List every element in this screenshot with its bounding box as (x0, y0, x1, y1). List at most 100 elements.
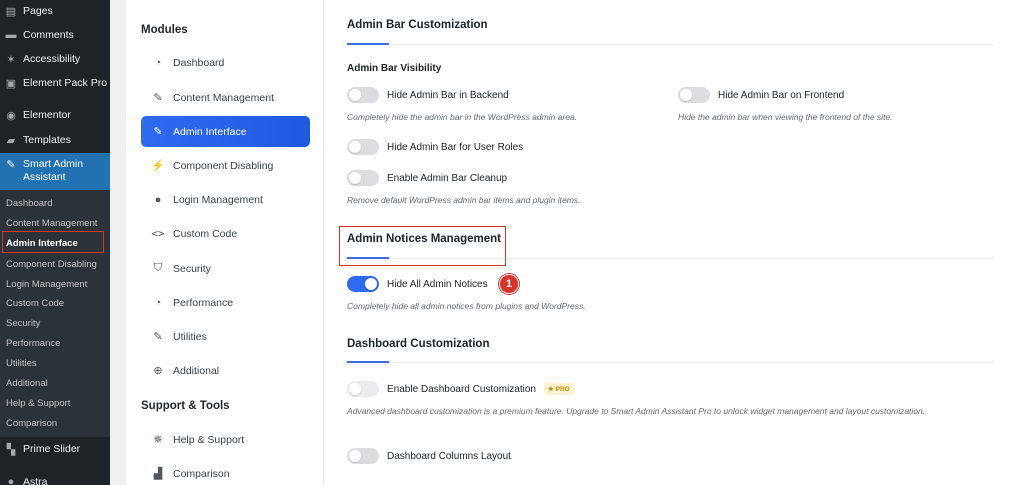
wp-menu-pages[interactable]: ▤ Pages (0, 3, 110, 19)
hide-admin-bar-backend-toggle[interactable] (347, 87, 379, 103)
wp-submenu-item[interactable]: Security (6, 318, 40, 329)
user-icon: ● (154, 193, 162, 206)
hide-admin-bar-backend-row: Hide Admin Bar in Backend (347, 87, 509, 103)
wp-menu-prime-slider[interactable]: ▚ Prime Slider (0, 441, 110, 457)
slider-icon: ▚ (6, 443, 16, 456)
wp-menu-comments[interactable]: ▬ Comments (0, 27, 110, 43)
layout-gap (110, 0, 126, 485)
wp-submenu: Dashboard Content Management Admin Inter… (0, 190, 110, 437)
wp-admin-sidebar: ▤ Pages ▬ Comments ✶ Accessibility ▣ Element… (0, 0, 110, 485)
module-content-management[interactable]: ✎ Content Management (141, 82, 310, 113)
dashboard-customization-desc: Advanced dashboard customization is a pr… (347, 406, 926, 416)
hide-admin-bar-roles-toggle[interactable] (347, 139, 379, 155)
hide-all-notices-row: Hide All Admin Notices (347, 276, 488, 292)
enable-dashboard-customization-toggle[interactable] (347, 381, 379, 397)
hide-admin-bar-backend-label: Hide Admin Bar in Backend (387, 89, 509, 101)
code-icon: <> (151, 227, 165, 240)
module-admin-interface[interactable]: ✎ Admin Interface (141, 116, 310, 147)
highlight-box-admin-notices (339, 226, 506, 266)
wrench-icon: ✎ (6, 158, 16, 171)
hide-all-notices-label: Hide All Admin Notices (387, 278, 488, 290)
hide-admin-bar-frontend-desc: Hide the admin bar when viewing the fron… (678, 112, 893, 122)
pin-icon: ✎ (153, 126, 163, 138)
dashboard-columns-label: Dashboard Columns Layout (387, 450, 511, 462)
support-heading: Support & Tools (141, 400, 230, 412)
hide-admin-bar-roles-row: Hide Admin Bar for User Roles (347, 139, 523, 155)
dashboard-columns-toggle[interactable] (347, 448, 379, 464)
section-divider (347, 44, 994, 45)
gauge-icon: ◔ (154, 296, 162, 309)
section-divider (347, 362, 994, 363)
step-number-badge: 1 (499, 274, 519, 294)
hide-admin-bar-frontend-toggle[interactable] (678, 87, 710, 103)
wp-menu-accessibility[interactable]: ✶ Accessibility (0, 51, 110, 67)
hide-all-notices-toggle[interactable] (347, 276, 379, 292)
astra-icon: ● (7, 476, 15, 485)
shield-icon: ⛉ (153, 262, 163, 274)
plug-icon: ⚡ (151, 160, 165, 172)
section-accent (347, 43, 389, 45)
wp-submenu-item[interactable]: Login Management (6, 279, 87, 290)
section-title-admin-bar: Admin Bar Customization (347, 19, 488, 31)
elementor-icon: ◉ (6, 109, 16, 122)
wp-menu-astra[interactable]: ● Astra (0, 474, 110, 485)
enable-dashboard-customization-label: Enable Dashboard Customization (387, 383, 536, 395)
wrench-icon: ✎ (153, 331, 163, 343)
lifebuoy-icon: ✵ (153, 434, 163, 446)
section-title-admin-notices: Admin Notices Management (347, 233, 501, 245)
wp-menu-smart-admin-assistant[interactable]: ✎ Smart Admin Assistant (0, 153, 110, 190)
pin-icon: ✎ (153, 92, 163, 104)
folder-icon: ▰ (6, 134, 16, 147)
pro-badge: ★ PRO (543, 383, 574, 395)
module-security[interactable]: ⛉ Security (141, 253, 310, 284)
wp-submenu-item[interactable]: Utilities (6, 358, 37, 369)
wp-menu-elementor[interactable]: ◉ Elementor (0, 107, 110, 123)
hide-admin-bar-roles-label: Hide Admin Bar for User Roles (387, 141, 524, 153)
wp-submenu-item[interactable]: Dashboard (6, 198, 52, 209)
dashboard-gauge-icon: ◔ (154, 56, 162, 69)
admin-bar-cleanup-label: Enable Admin Bar Cleanup (387, 172, 508, 184)
admin-bar-cleanup-row: Enable Admin Bar Cleanup (347, 170, 507, 186)
module-dashboard[interactable]: ◔ Dashboard (141, 47, 310, 78)
hide-admin-bar-backend-desc: Completely hide the admin bar in the Wor… (347, 112, 578, 122)
section-accent (347, 361, 389, 363)
module-additional[interactable]: ⊕ Additional (141, 355, 310, 386)
hide-admin-bar-frontend-label: Hide Admin Bar on Frontend (718, 89, 845, 101)
module-custom-code[interactable]: <> Custom Code (141, 218, 310, 249)
wp-submenu-item[interactable]: Custom Code (6, 298, 64, 309)
highlight-box-admin-interface (2, 231, 104, 253)
section-divider (347, 258, 994, 259)
wp-submenu-item[interactable]: Content Management (6, 218, 97, 229)
section-title-dashboard: Dashboard Customization (347, 338, 490, 350)
section-accent (347, 257, 389, 259)
settings-content: Admin Bar Customization Admin Bar Visibi… (324, 0, 1024, 485)
bar-chart-icon: ▟ (153, 468, 163, 480)
module-performance[interactable]: ◔ Performance (141, 287, 310, 318)
wp-submenu-item[interactable]: Additional (6, 378, 48, 389)
wp-submenu-item[interactable]: Performance (6, 338, 60, 349)
module-component-disabling[interactable]: ⚡ Component Disabling (141, 150, 310, 181)
module-help-support[interactable]: ✵ Help & Support (141, 424, 310, 455)
module-comparison[interactable]: ▟ Comparison (141, 458, 310, 485)
comments-icon: ▬ (5, 29, 17, 41)
plus-circle-icon: ⊕ (153, 365, 163, 377)
accessibility-icon: ✶ (6, 53, 16, 66)
modules-heading: Modules (141, 24, 188, 36)
wp-submenu-item[interactable]: Comparison (6, 418, 57, 429)
module-utilities[interactable]: ✎ Utilities (141, 321, 310, 352)
pages-icon: ▤ (5, 5, 17, 18)
enable-dashboard-customization-row: Enable Dashboard Customization ★ PRO (347, 381, 574, 397)
admin-bar-cleanup-toggle[interactable] (347, 170, 379, 186)
wp-menu-templates[interactable]: ▰ Templates (0, 132, 110, 148)
wp-submenu-item[interactable]: Help & Support (6, 398, 70, 409)
admin-bar-visibility-heading: Admin Bar Visibility (347, 63, 442, 74)
wp-submenu-item[interactable]: Component Disabling (6, 259, 97, 270)
dashboard-columns-row: Dashboard Columns Layout (347, 448, 511, 464)
hide-all-notices-desc: Completely hide all admin notices from p… (347, 301, 586, 311)
element-pack-icon: ▣ (5, 77, 17, 90)
admin-bar-cleanup-desc: Remove default WordPress admin bar items… (347, 195, 581, 205)
modules-nav: Modules ◔ Dashboard ✎ Content Management ✎… (126, 0, 324, 485)
hide-admin-bar-frontend-row: Hide Admin Bar on Frontend (678, 87, 844, 103)
module-login-management[interactable]: ● Login Management (141, 184, 310, 215)
wp-menu-element-pack-pro[interactable]: ▣ Element Pack Pro (0, 75, 110, 91)
